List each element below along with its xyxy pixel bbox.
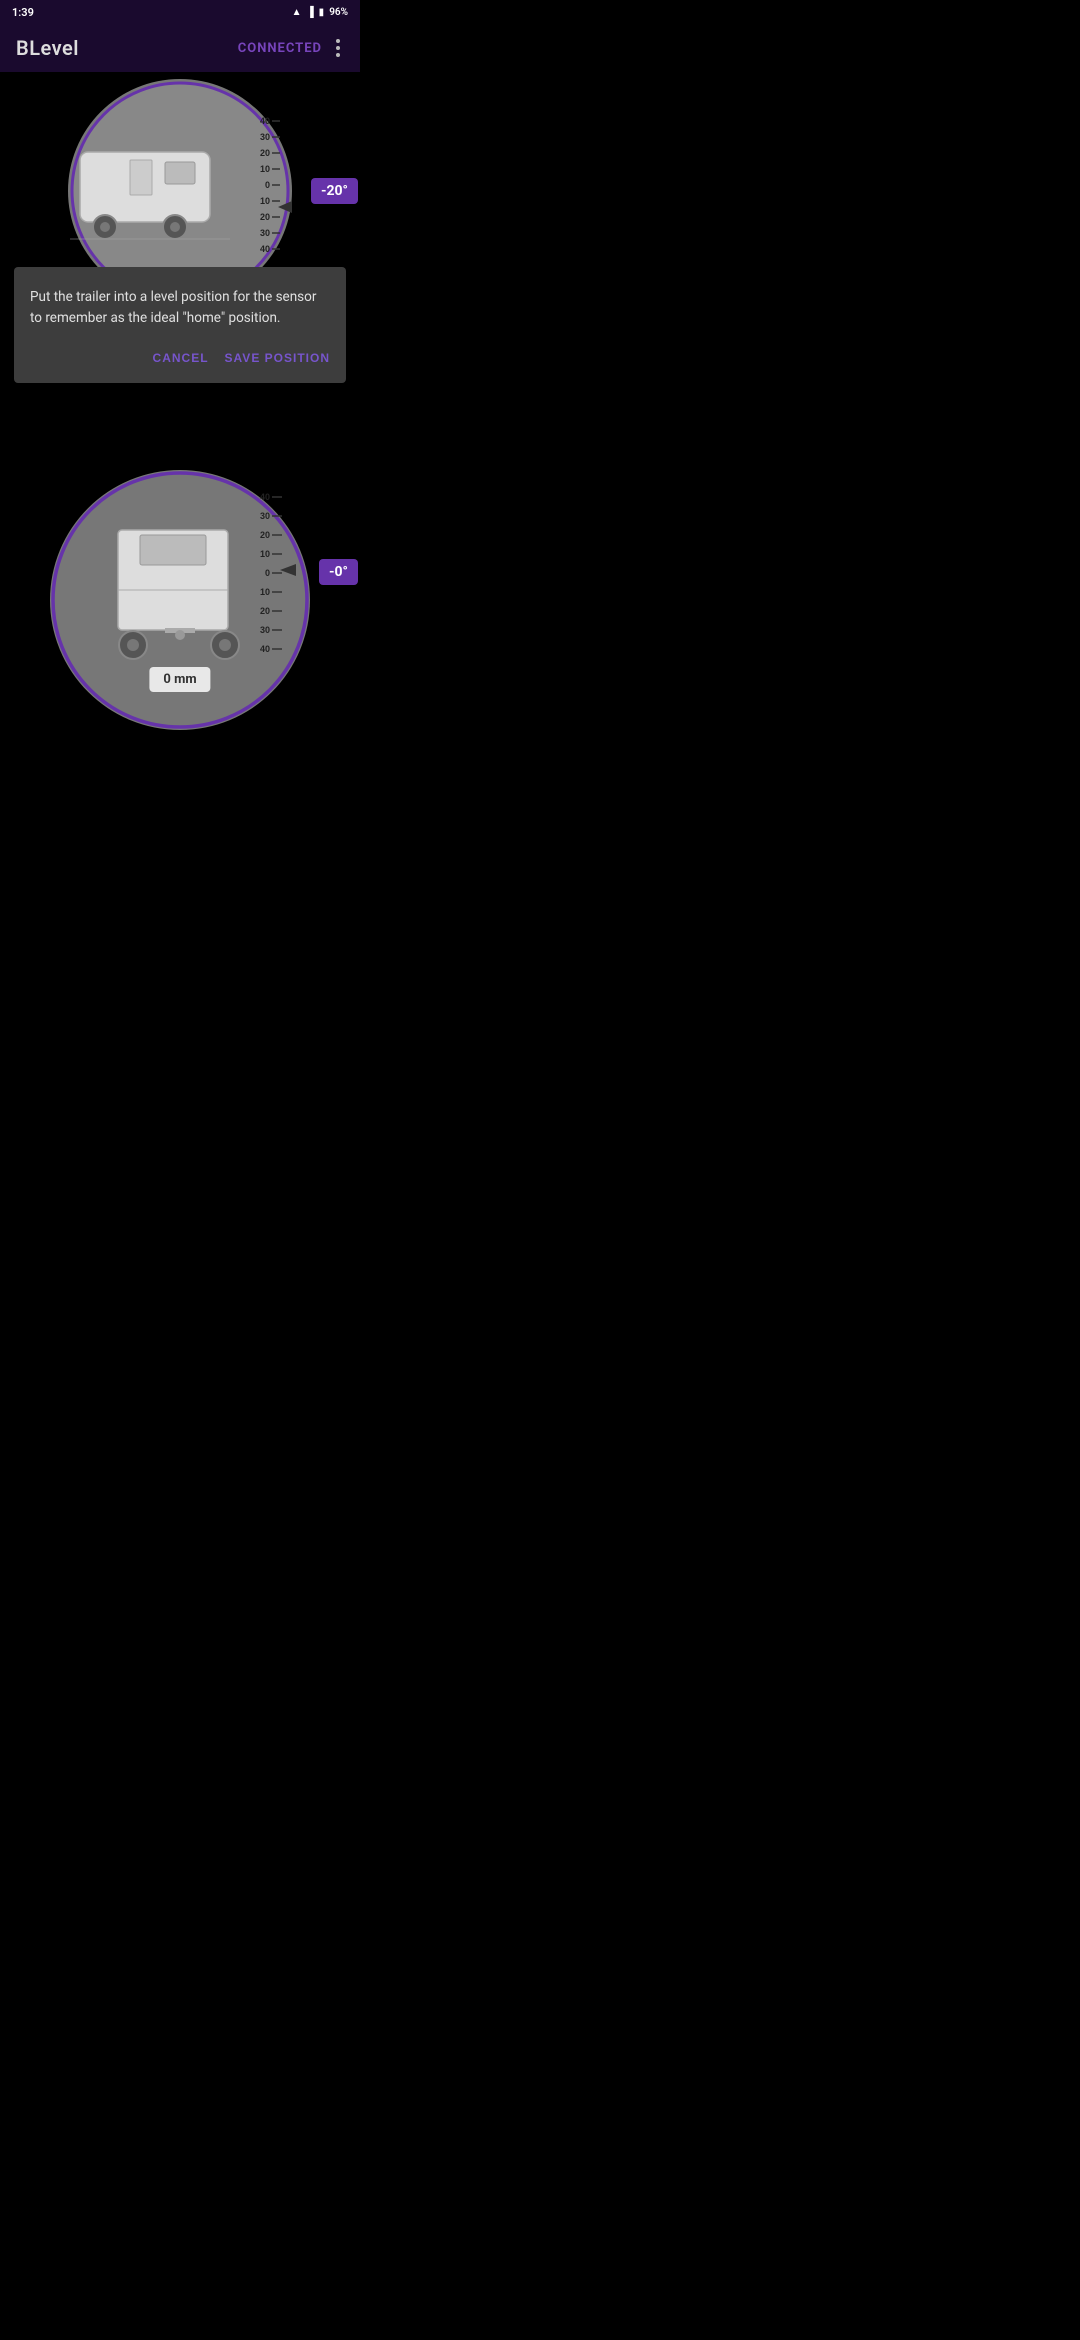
signal-icon: ▐ xyxy=(307,7,314,18)
svg-text:30: 30 xyxy=(260,228,270,238)
svg-text:30: 30 xyxy=(260,625,270,635)
svg-text:20: 20 xyxy=(260,148,270,158)
svg-text:30: 30 xyxy=(260,511,270,521)
svg-text:40: 40 xyxy=(260,116,270,126)
app-bar: BLevel CONNECTED xyxy=(0,24,360,72)
battery-icon: ▮ xyxy=(319,7,325,18)
bottom-gauge: 40 30 20 10 0 10 20 30 40 xyxy=(0,440,360,780)
svg-text:40: 40 xyxy=(260,492,270,502)
svg-text:10: 10 xyxy=(260,164,270,174)
top-angle-badge: -20° xyxy=(311,178,358,204)
menu-button[interactable] xyxy=(332,33,344,63)
time: 1:39 xyxy=(12,6,34,19)
app-title: BLevel xyxy=(16,36,79,60)
status-bar: 1:39 ▲ ▐ ▮ 96% xyxy=(0,0,360,24)
main-content: 40 30 20 10 0 10 20 30 40 xyxy=(0,72,360,780)
svg-text:30: 30 xyxy=(260,132,270,142)
wifi-icon: ▲ xyxy=(292,7,302,18)
svg-text:20: 20 xyxy=(260,212,270,222)
svg-text:40: 40 xyxy=(260,244,270,254)
svg-text:0: 0 xyxy=(265,568,270,578)
battery-text: 96% xyxy=(329,7,348,18)
cancel-button[interactable]: CANCEL xyxy=(153,347,209,369)
dialog-message: Put the trailer into a level position fo… xyxy=(30,287,330,329)
svg-text:40: 40 xyxy=(260,644,270,654)
svg-text:10: 10 xyxy=(260,196,270,206)
svg-text:10: 10 xyxy=(260,587,270,597)
bottom-angle-badge: -0° xyxy=(319,559,358,585)
svg-text:20: 20 xyxy=(260,530,270,540)
connected-status: CONNECTED xyxy=(238,41,322,56)
svg-text:10: 10 xyxy=(260,549,270,559)
save-position-button[interactable]: SAVE POSITION xyxy=(225,347,330,369)
dialog: Put the trailer into a level position fo… xyxy=(14,267,346,383)
svg-text:0: 0 xyxy=(265,180,270,190)
svg-text:20: 20 xyxy=(260,606,270,616)
mm-badge: 0 mm xyxy=(149,667,210,692)
